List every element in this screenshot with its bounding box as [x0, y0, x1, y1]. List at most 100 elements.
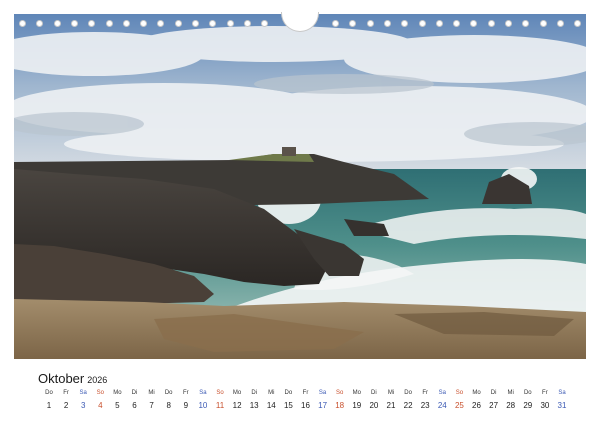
- day-number: 20: [369, 401, 379, 410]
- day-cell: So 11: [211, 389, 229, 411]
- day-cell: Mo 26: [468, 389, 486, 411]
- day-number: 10: [198, 401, 208, 410]
- weekday-label: So: [96, 390, 104, 396]
- day-cell: Do 22: [399, 389, 417, 411]
- weekday-label: Fr: [302, 390, 309, 396]
- calendar-title: Oktober 2026: [38, 370, 107, 388]
- weekday-label: Di: [251, 390, 258, 396]
- day-cell: Do 8: [160, 389, 178, 411]
- day-number: 26: [472, 401, 481, 410]
- weekday-label: Do: [45, 390, 53, 396]
- day-number: 9: [183, 401, 189, 410]
- day-cell: Sa 10: [194, 389, 212, 411]
- weekday-label: Sa: [199, 390, 207, 396]
- day-cell: So 18: [331, 389, 349, 411]
- day-number: 8: [166, 401, 171, 410]
- weekday-label: Sa: [318, 390, 327, 396]
- weekday-label: Mi: [148, 390, 155, 396]
- weekday-label: Mo: [472, 390, 481, 396]
- day-cell: Sa 17: [314, 389, 332, 411]
- day-number: 4: [98, 401, 103, 410]
- day-number: 29: [523, 401, 533, 410]
- day-number: 27: [489, 401, 499, 410]
- weekday-label: So: [455, 390, 464, 396]
- day-number: 15: [283, 401, 293, 410]
- weekday-label: Do: [404, 390, 412, 396]
- day-number: 16: [301, 401, 310, 410]
- day-cell: Do 29: [519, 389, 537, 411]
- weekday-label: Mi: [268, 390, 275, 396]
- weekday-label: So: [216, 390, 224, 396]
- day-cell: So 25: [450, 389, 468, 411]
- day-number: 17: [318, 401, 328, 410]
- day-cell: Mi 21: [382, 389, 400, 411]
- day-number: 14: [266, 401, 276, 410]
- day-number: 2: [63, 401, 69, 410]
- weekday-label: Fr: [422, 390, 429, 396]
- day-cell: Do 1: [40, 389, 58, 411]
- coastal-photo: [14, 14, 586, 359]
- day-number: 25: [454, 401, 464, 410]
- weekday-label: Mo: [232, 390, 242, 396]
- day-cell: Mo 19: [348, 389, 366, 411]
- day-cell: Di 27: [485, 389, 503, 411]
- day-cell: Do 15: [279, 389, 297, 411]
- day-cell: Fr 2: [57, 389, 75, 411]
- house: [282, 147, 296, 156]
- day-number: 1: [46, 401, 52, 410]
- weekday-label: Sa: [79, 390, 87, 396]
- day-cell: Sa 3: [74, 389, 92, 411]
- day-cell: Fr 30: [536, 389, 554, 411]
- day-cell: Mi 14: [262, 389, 280, 411]
- weekday-label: Fr: [182, 390, 189, 396]
- day-number: 3: [80, 401, 86, 410]
- weekday-label: Fr: [63, 390, 69, 396]
- day-number: 24: [437, 401, 447, 410]
- weekday-label: Di: [371, 390, 377, 396]
- day-number: 12: [232, 401, 242, 410]
- weekday-label: Di: [490, 390, 497, 396]
- day-cell: Mo 12: [228, 389, 246, 411]
- day-cell: Sa 31: [553, 389, 571, 411]
- day-number: 5: [115, 401, 120, 410]
- day-cell: Mi 7: [143, 389, 161, 411]
- calendar-grid: Oktober 2026 Do 1 Fr 2 Sa 3 So 4 Mo 5 Di 6 Mi 7 Do 8 Fr 9 S…: [14, 359, 586, 422]
- day-number: 6: [132, 401, 137, 410]
- day-cell: Sa 24: [433, 389, 451, 411]
- day-cell: Di 13: [245, 389, 263, 411]
- day-number: 13: [249, 401, 259, 410]
- weekday-label: Mi: [387, 390, 395, 396]
- day-cell: Fr 9: [177, 389, 195, 411]
- day-number: 19: [352, 401, 362, 410]
- day-number: 30: [540, 401, 550, 410]
- day-cell: Mo 5: [108, 389, 126, 411]
- weekday-label: Sa: [558, 390, 566, 396]
- weekday-label: Sa: [438, 390, 446, 396]
- day-number: 31: [557, 401, 567, 410]
- weekday-label: So: [336, 390, 344, 396]
- day-cell: Mi 28: [502, 389, 520, 411]
- day-cell: Fr 23: [416, 389, 434, 411]
- day-number: 7: [149, 401, 154, 410]
- day-cell: Di 6: [126, 389, 144, 411]
- day-cell: Fr 16: [297, 389, 315, 411]
- day-cell: Di 20: [365, 389, 383, 411]
- day-cell: So 4: [91, 389, 109, 411]
- weekday-label: Mo: [113, 390, 122, 396]
- year-label: 2026: [87, 375, 108, 385]
- weekday-label: Mi: [507, 390, 514, 396]
- calendar-page: Oktober 2026 Do 1 Fr 2 Sa 3 So 4 Mo 5 Di 6 Mi 7 Do 8 Fr 9 S…: [14, 12, 586, 422]
- weekday-label: Do: [164, 390, 173, 396]
- weekday-label: Fr: [542, 390, 548, 396]
- day-number: 28: [506, 401, 516, 410]
- day-number: 23: [420, 401, 430, 410]
- weekday-label: Di: [131, 390, 138, 396]
- month-label: Oktober: [38, 371, 85, 386]
- weekday-label: Do: [523, 390, 532, 396]
- day-number: 18: [335, 401, 345, 410]
- day-number: 11: [215, 401, 225, 410]
- day-number: 22: [403, 401, 413, 410]
- weekday-label: Mo: [352, 390, 361, 396]
- day-number: 21: [386, 401, 396, 410]
- weekday-label: Do: [284, 390, 293, 396]
